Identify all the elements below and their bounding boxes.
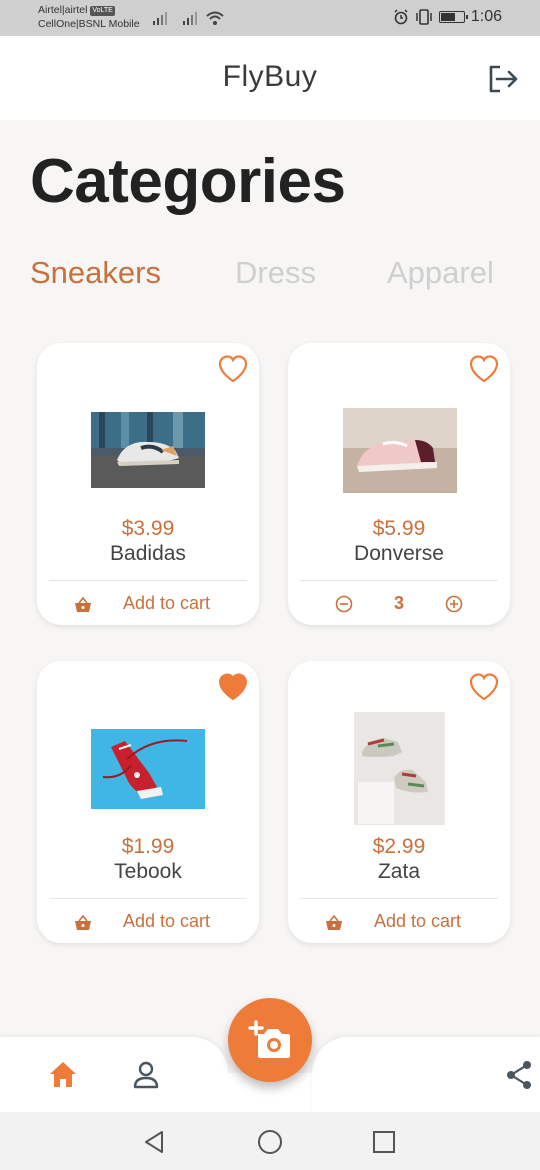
carrier-primary: Airtel|airtel xyxy=(38,4,88,16)
wifi-icon xyxy=(206,11,224,25)
app-title: FlyBuy xyxy=(222,60,318,93)
status-bar: Airtel|airtel VoLTE CellOne|BSNL Mobile … xyxy=(0,0,540,36)
clock: 1:06 xyxy=(470,8,502,25)
product-image xyxy=(91,412,205,488)
page-title: Categories xyxy=(30,147,346,216)
product-image xyxy=(91,729,205,809)
favorite-heart-icon[interactable] xyxy=(217,353,249,385)
home-circle-icon[interactable] xyxy=(256,1128,284,1156)
quantity-stepper: 3 xyxy=(288,593,510,617)
signal-icon-2 xyxy=(183,12,197,25)
product-name: Tebook xyxy=(114,860,182,883)
add-photo-button[interactable] xyxy=(228,998,312,1082)
product-price: $1.99 xyxy=(121,835,175,858)
profile-icon[interactable] xyxy=(129,1058,163,1092)
heart-shape xyxy=(218,673,248,701)
tab-sneakers[interactable]: Sneakers xyxy=(30,255,161,291)
logout-icon[interactable] xyxy=(486,62,520,96)
add-to-cart-button[interactable]: Add to cart xyxy=(288,911,510,935)
product-name: Badidas xyxy=(110,542,186,565)
heart-shape xyxy=(469,355,499,383)
category-tabs: Sneakers Dress Apparel xyxy=(0,255,540,299)
product-price: $5.99 xyxy=(372,517,426,540)
product-image xyxy=(343,408,457,493)
recents-icon[interactable] xyxy=(370,1128,398,1156)
battery-fill xyxy=(440,13,456,21)
favorite-heart-icon[interactable] xyxy=(468,353,500,385)
divider xyxy=(49,898,247,899)
add-to-cart-label[interactable]: Add to cart xyxy=(123,911,210,932)
product-price: $3.99 xyxy=(121,517,175,540)
product-card[interactable]: $3.99 Badidas Add to cart xyxy=(37,343,259,625)
heart-shape xyxy=(218,355,248,383)
add-to-cart-button[interactable]: Add to cart xyxy=(37,911,259,935)
basket-icon xyxy=(75,596,91,612)
divider xyxy=(49,580,247,581)
tab-dress[interactable]: Dress xyxy=(235,255,316,291)
status-right: 1:06 xyxy=(393,8,502,26)
product-card[interactable]: $2.99 Zata Add to cart xyxy=(288,661,510,943)
basket-icon xyxy=(75,914,91,930)
volte-badge: VoLTE xyxy=(90,6,115,16)
divider xyxy=(300,898,498,899)
product-name: Donverse xyxy=(354,542,444,565)
bottom-nav-left xyxy=(0,1037,228,1112)
favorite-heart-icon[interactable] xyxy=(468,671,500,703)
battery-icon xyxy=(438,11,468,23)
bottom-nav-right xyxy=(312,1037,540,1112)
app-bar: FlyBuy xyxy=(0,36,540,120)
carrier-info: Airtel|airtel VoLTE CellOne|BSNL Mobile xyxy=(38,3,140,31)
product-card[interactable]: $5.99 Donverse 3 xyxy=(288,343,510,625)
home-icon[interactable] xyxy=(46,1058,80,1092)
signal-icon xyxy=(153,12,167,25)
divider xyxy=(300,580,498,581)
basket-icon xyxy=(326,914,342,930)
system-navigation-bar xyxy=(0,1112,540,1170)
carrier-secondary: CellOne|BSNL Mobile xyxy=(38,18,140,30)
add-to-cart-label[interactable]: Add to cart xyxy=(123,593,210,614)
back-icon[interactable] xyxy=(140,1128,168,1156)
product-card[interactable]: $1.99 Tebook Add to cart xyxy=(37,661,259,943)
product-name: Zata xyxy=(377,860,421,883)
add-to-cart-button[interactable]: Add to cart xyxy=(37,593,259,617)
product-image xyxy=(354,712,445,825)
add-to-cart-label[interactable]: Add to cart xyxy=(374,911,461,932)
add-photo-icon xyxy=(248,1020,290,1058)
favorite-heart-icon[interactable] xyxy=(217,671,249,703)
heart-shape xyxy=(469,673,499,701)
tab-apparel[interactable]: Apparel xyxy=(387,255,494,291)
alarm-icon xyxy=(394,9,408,25)
decrease-quantity-icon[interactable] xyxy=(334,594,354,614)
quantity-value: 3 xyxy=(393,593,404,613)
share-icon[interactable] xyxy=(502,1058,536,1092)
vibrate-icon xyxy=(416,9,432,25)
product-price: $2.99 xyxy=(372,835,426,858)
increase-quantity-icon[interactable] xyxy=(444,594,464,614)
